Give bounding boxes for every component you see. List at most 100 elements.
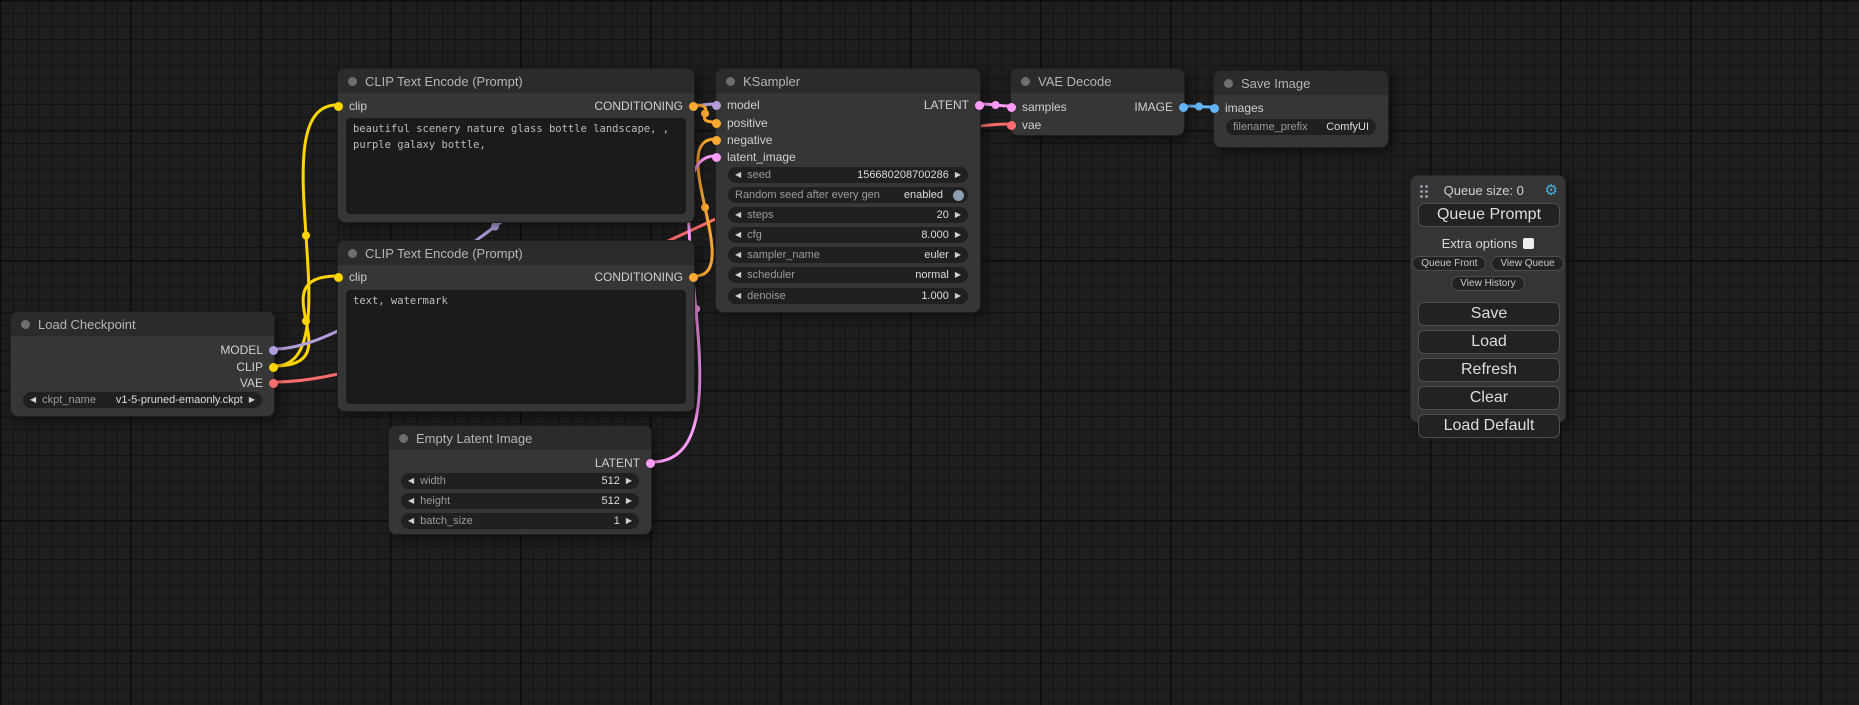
node-title-bar[interactable]: VAE Decode <box>1011 69 1184 93</box>
decrement-arrow-icon[interactable]: ◀ <box>735 211 741 219</box>
input-slot-latent-image[interactable]: latent_image <box>712 150 796 164</box>
increment-arrow-icon[interactable]: ▶ <box>626 517 632 525</box>
decrement-arrow-icon[interactable]: ◀ <box>408 477 414 485</box>
conditioning-port[interactable] <box>712 119 721 128</box>
refresh-button[interactable]: Refresh <box>1418 358 1560 382</box>
input-slot-samples[interactable]: samples <box>1007 100 1067 114</box>
image-port[interactable] <box>1179 103 1188 112</box>
collapse-dot[interactable] <box>1021 77 1030 86</box>
decrement-arrow-icon[interactable]: ◀ <box>735 292 741 300</box>
input-slot-positive[interactable]: positive <box>712 116 768 130</box>
increment-arrow-icon[interactable]: ▶ <box>955 231 961 239</box>
input-slot-images[interactable]: images <box>1210 101 1264 115</box>
collapse-dot[interactable] <box>21 320 30 329</box>
latent-port[interactable] <box>975 101 984 110</box>
collapse-dot[interactable] <box>348 77 357 86</box>
increment-arrow-icon[interactable]: ▶ <box>955 171 961 179</box>
conditioning-port[interactable] <box>689 273 698 282</box>
decrement-arrow-icon[interactable]: ◀ <box>30 396 36 404</box>
node-vae-decode[interactable]: VAE Decode samples vae IMAGE <box>1010 68 1185 136</box>
collapse-dot[interactable] <box>1224 79 1233 88</box>
output-slot-latent[interactable]: LATENT <box>595 456 655 470</box>
widget-batch-size[interactable]: ◀ batch_size 1 ▶ <box>401 513 639 529</box>
conditioning-port[interactable] <box>712 136 721 145</box>
increment-arrow-icon[interactable]: ▶ <box>955 251 961 259</box>
queue-front-button[interactable]: Queue Front <box>1412 256 1486 271</box>
clear-button[interactable]: Clear <box>1418 386 1560 410</box>
node-ksampler[interactable]: KSampler model positive negative latent_… <box>715 68 981 313</box>
output-slot-clip[interactable]: CLIP <box>236 360 278 374</box>
node-load-checkpoint[interactable]: Load Checkpoint MODEL CLIP VAE ◀ ckpt_na… <box>10 311 275 417</box>
widget-random-seed-toggle[interactable]: Random seed after every gen enabled <box>728 187 968 203</box>
node-title-bar[interactable]: Save Image <box>1214 71 1388 95</box>
decrement-arrow-icon[interactable]: ◀ <box>408 497 414 505</box>
latent-port[interactable] <box>1007 103 1016 112</box>
queue-menu-panel[interactable]: Queue size: 0 ⚙ Queue Prompt Extra optio… <box>1410 175 1566 423</box>
increment-arrow-icon[interactable]: ▶ <box>626 477 632 485</box>
load-button[interactable]: Load <box>1418 330 1560 354</box>
image-port[interactable] <box>1210 104 1219 113</box>
conditioning-port[interactable] <box>689 102 698 111</box>
input-slot-vae[interactable]: vae <box>1007 118 1041 132</box>
widget-seed[interactable]: ◀ seed 156680208700286 ▶ <box>728 167 968 183</box>
extra-options-checkbox[interactable] <box>1523 238 1534 249</box>
input-slot-negative[interactable]: negative <box>712 133 772 147</box>
input-slot-model[interactable]: model <box>712 98 760 112</box>
decrement-arrow-icon[interactable]: ◀ <box>735 251 741 259</box>
collapse-dot[interactable] <box>726 77 735 86</box>
widget-sampler-name[interactable]: ◀ sampler_name euler ▶ <box>728 247 968 263</box>
queue-prompt-button[interactable]: Queue Prompt <box>1418 203 1560 227</box>
decrement-arrow-icon[interactable]: ◀ <box>735 171 741 179</box>
clip-port[interactable] <box>334 102 343 111</box>
collapse-dot[interactable] <box>348 249 357 258</box>
model-port[interactable] <box>269 346 278 355</box>
node-title-bar[interactable]: Load Checkpoint <box>11 312 274 336</box>
decrement-arrow-icon[interactable]: ◀ <box>735 231 741 239</box>
widget-scheduler[interactable]: ◀ scheduler normal ▶ <box>728 267 968 283</box>
node-title-bar[interactable]: CLIP Text Encode (Prompt) <box>338 69 694 93</box>
settings-gear-icon[interactable]: ⚙ <box>1545 183 1558 198</box>
widget-height[interactable]: ◀ height 512 ▶ <box>401 493 639 509</box>
node-empty-latent-image[interactable]: Empty Latent Image LATENT ◀ width 512 ▶ … <box>388 425 652 535</box>
view-queue-button[interactable]: View Queue <box>1491 256 1563 271</box>
increment-arrow-icon[interactable]: ▶ <box>249 396 255 404</box>
node-clip-text-encode-negative[interactable]: CLIP Text Encode (Prompt) clip CONDITION… <box>337 240 695 412</box>
latent-port[interactable] <box>712 153 721 162</box>
vae-port[interactable] <box>269 379 278 388</box>
view-history-button[interactable]: View History <box>1451 276 1524 291</box>
latent-port[interactable] <box>646 459 655 468</box>
output-slot-conditioning[interactable]: CONDITIONING <box>594 270 698 284</box>
output-slot-vae[interactable]: VAE <box>240 376 278 390</box>
node-save-image[interactable]: Save Image images filename_prefix ComfyU… <box>1213 70 1389 148</box>
clip-port[interactable] <box>269 363 278 372</box>
widget-cfg[interactable]: ◀ cfg 8.000 ▶ <box>728 227 968 243</box>
widget-filename-prefix[interactable]: filename_prefix ComfyUI <box>1226 119 1376 135</box>
output-slot-image[interactable]: IMAGE <box>1134 100 1188 114</box>
increment-arrow-icon[interactable]: ▶ <box>626 497 632 505</box>
increment-arrow-icon[interactable]: ▶ <box>955 271 961 279</box>
output-slot-conditioning[interactable]: CONDITIONING <box>594 99 698 113</box>
input-slot-clip[interactable]: clip <box>334 270 367 284</box>
increment-arrow-icon[interactable]: ▶ <box>955 292 961 300</box>
output-slot-model[interactable]: MODEL <box>220 343 278 357</box>
widget-width[interactable]: ◀ width 512 ▶ <box>401 473 639 489</box>
widget-denoise[interactable]: ◀ denoise 1.000 ▶ <box>728 288 968 304</box>
model-port[interactable] <box>712 101 721 110</box>
node-clip-text-encode-positive[interactable]: CLIP Text Encode (Prompt) clip CONDITION… <box>337 68 695 223</box>
load-default-button[interactable]: Load Default <box>1418 414 1560 438</box>
output-slot-latent[interactable]: LATENT <box>924 98 984 112</box>
prompt-textarea[interactable]: beautiful scenery nature glass bottle la… <box>346 118 686 214</box>
clip-port[interactable] <box>334 273 343 282</box>
save-button[interactable]: Save <box>1418 302 1560 326</box>
vae-port[interactable] <box>1007 121 1016 130</box>
collapse-dot[interactable] <box>399 434 408 443</box>
widget-steps[interactable]: ◀ steps 20 ▶ <box>728 207 968 223</box>
decrement-arrow-icon[interactable]: ◀ <box>408 517 414 525</box>
node-title-bar[interactable]: Empty Latent Image <box>389 426 651 450</box>
node-title-bar[interactable]: KSampler <box>716 69 980 93</box>
widget-ckpt-name[interactable]: ◀ ckpt_name v1-5-pruned-emaonly.ckpt ▶ <box>23 392 262 408</box>
prompt-textarea[interactable]: text, watermark <box>346 290 686 404</box>
input-slot-clip[interactable]: clip <box>334 99 367 113</box>
node-canvas[interactable]: Load Checkpoint MODEL CLIP VAE ◀ ckpt_na… <box>0 0 1859 705</box>
decrement-arrow-icon[interactable]: ◀ <box>735 271 741 279</box>
